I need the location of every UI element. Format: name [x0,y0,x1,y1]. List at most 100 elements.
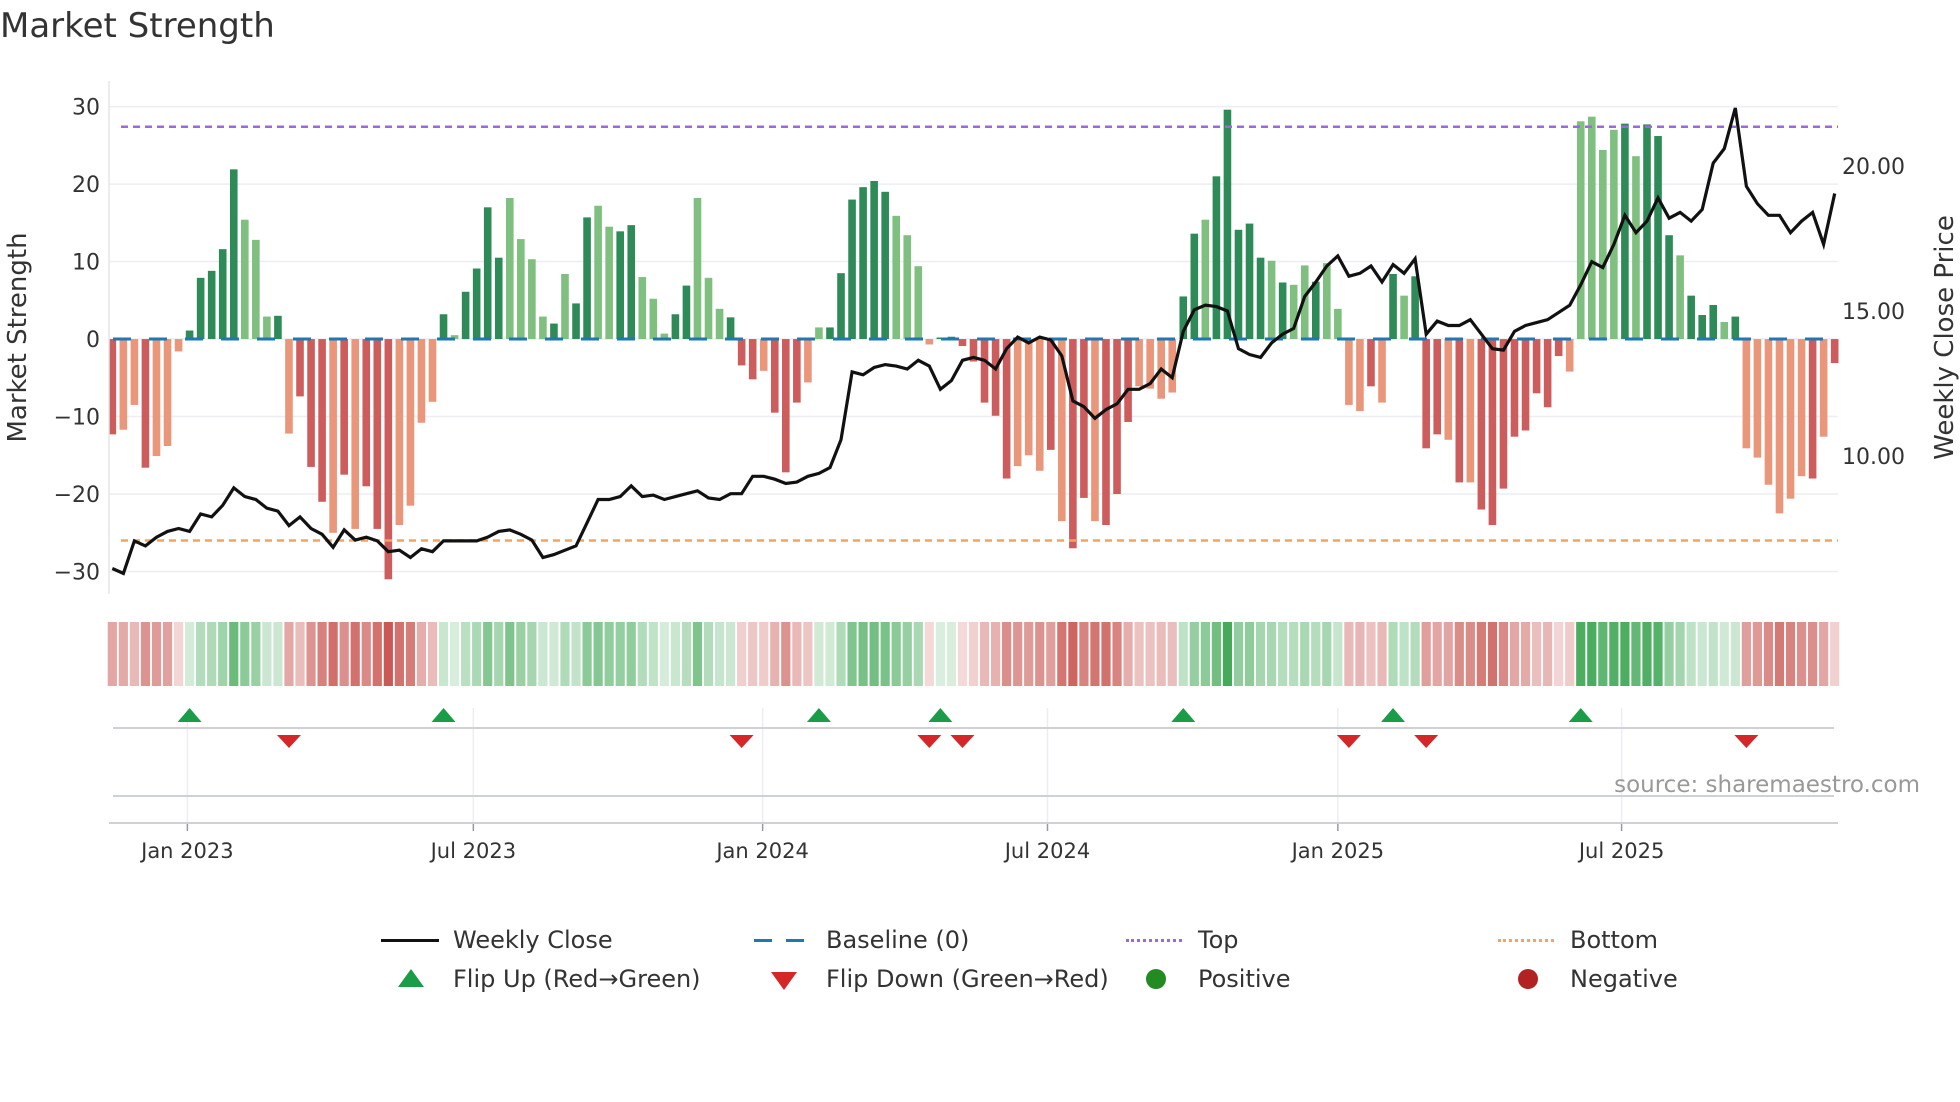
strength-bar [517,239,525,340]
strength-bar [1080,339,1088,498]
legend-label: Flip Up (Red→Green) [453,965,701,993]
strip-cell-positive [1609,622,1619,686]
strip-cell-negative [1134,622,1144,686]
strip-cell-negative [1002,622,1012,686]
strength-bar [1819,339,1828,437]
strength-bar [1234,229,1243,340]
strength-bar [892,215,901,340]
flip-up-marker [1171,708,1196,722]
strip-cell-positive [1333,622,1343,686]
strip-cell-positive [438,622,449,686]
strip-cell-negative [295,622,305,686]
strength-bar [163,339,172,446]
flip-up-marker [177,708,202,722]
strip-cell-positive [659,622,669,686]
strength-bar [881,191,889,340]
strength-bar [1654,136,1662,340]
strength-bar [1543,339,1552,408]
strength-bar [1621,123,1629,340]
source-label: source: sharemaestro.com [1614,772,1920,798]
strength-bar [141,339,150,468]
strength-bar [307,339,315,467]
strip-cell-positive [461,622,471,686]
flip-down-marker [950,735,975,748]
strength-bar [1102,339,1110,526]
flip-up-marker [806,708,831,722]
strength-bar [1709,304,1718,340]
legend-weekly-close: Weekly Close [381,926,613,954]
strip-cell-negative [1167,622,1177,686]
strip-cell-positive [273,622,283,686]
strip-cell-negative [924,622,934,686]
strip-cell-negative [1509,622,1520,686]
strength-bar [616,231,624,340]
strength-bar [329,339,337,533]
strength-bar [1632,156,1640,340]
strip-cell-negative [162,622,173,686]
strip-cell-positive [714,622,725,686]
strip-cell-positive [825,622,835,686]
strip-cell-positive [207,622,217,686]
strength-bar [505,198,514,340]
strength-bar [494,257,503,340]
strip-cell-positive [880,622,890,686]
strip-cell-positive [1278,622,1288,686]
strip-cell-positive [1244,622,1255,686]
strength-bar [1698,315,1706,340]
strip-cell-positive [858,622,868,686]
strip-cell-positive [449,622,460,686]
strip-cell-positive [615,622,625,686]
flip-down-marker [917,735,942,748]
strip-cell-positive [1322,622,1332,686]
strip-cell-positive [836,622,846,686]
y2-axis-label: Weekly Close Price [1930,215,1960,460]
strip-cell-negative [1079,622,1089,686]
triangle-down-icon [754,967,814,991]
strength-bar [1389,273,1397,340]
strip-cell-negative [339,622,349,686]
strength-bar [428,339,437,402]
strip-cell-negative [1830,622,1840,686]
flip-down-marker [1414,735,1439,748]
strength-bar [1356,339,1364,412]
flip-up-marker [1568,708,1593,722]
dashed-line-icon [754,928,814,952]
strength-bar [1091,339,1099,522]
strength-bar [1830,339,1839,364]
strength-bar [1201,219,1210,340]
x-tick-label: Jan 2023 [139,839,234,863]
strip-cell-negative [107,622,117,686]
strip-cell-positive [571,622,581,686]
strip-cell-positive [604,622,614,686]
strip-cell-positive [549,622,559,686]
strength-bar [1345,339,1353,405]
strength-bar [406,339,415,506]
strength-bar [1775,339,1784,514]
strip-cell-positive [946,622,957,686]
triangle-up-icon [381,967,441,991]
strip-cell-positive [626,622,636,686]
strip-cell-negative [1487,622,1498,686]
strength-bar [1665,235,1673,340]
strength-bar [1731,316,1740,340]
y-tick-label: 20 [72,173,100,198]
strength-bar [1323,263,1331,340]
strip-cell-positive [847,622,857,686]
flip-down-marker [1336,735,1361,748]
strip-cell-negative [1796,622,1807,686]
strip-cell-positive [505,622,515,686]
strength-bar [252,239,260,340]
strip-cell-negative [1145,622,1155,686]
strength-bar [1786,339,1795,499]
strength-bar [1334,308,1342,340]
strength-bar [296,339,304,397]
strip-cell-positive [1697,622,1707,686]
strip-cell-positive [1289,622,1299,686]
strip-cell-negative [1421,622,1431,686]
strip-cell-positive [726,622,736,686]
strength-bar [1035,339,1044,471]
strip-cell-positive [902,622,912,686]
strip-cell-positive [913,622,923,686]
legend-label: Top [1198,926,1239,954]
strip-cell-positive [1222,622,1233,686]
